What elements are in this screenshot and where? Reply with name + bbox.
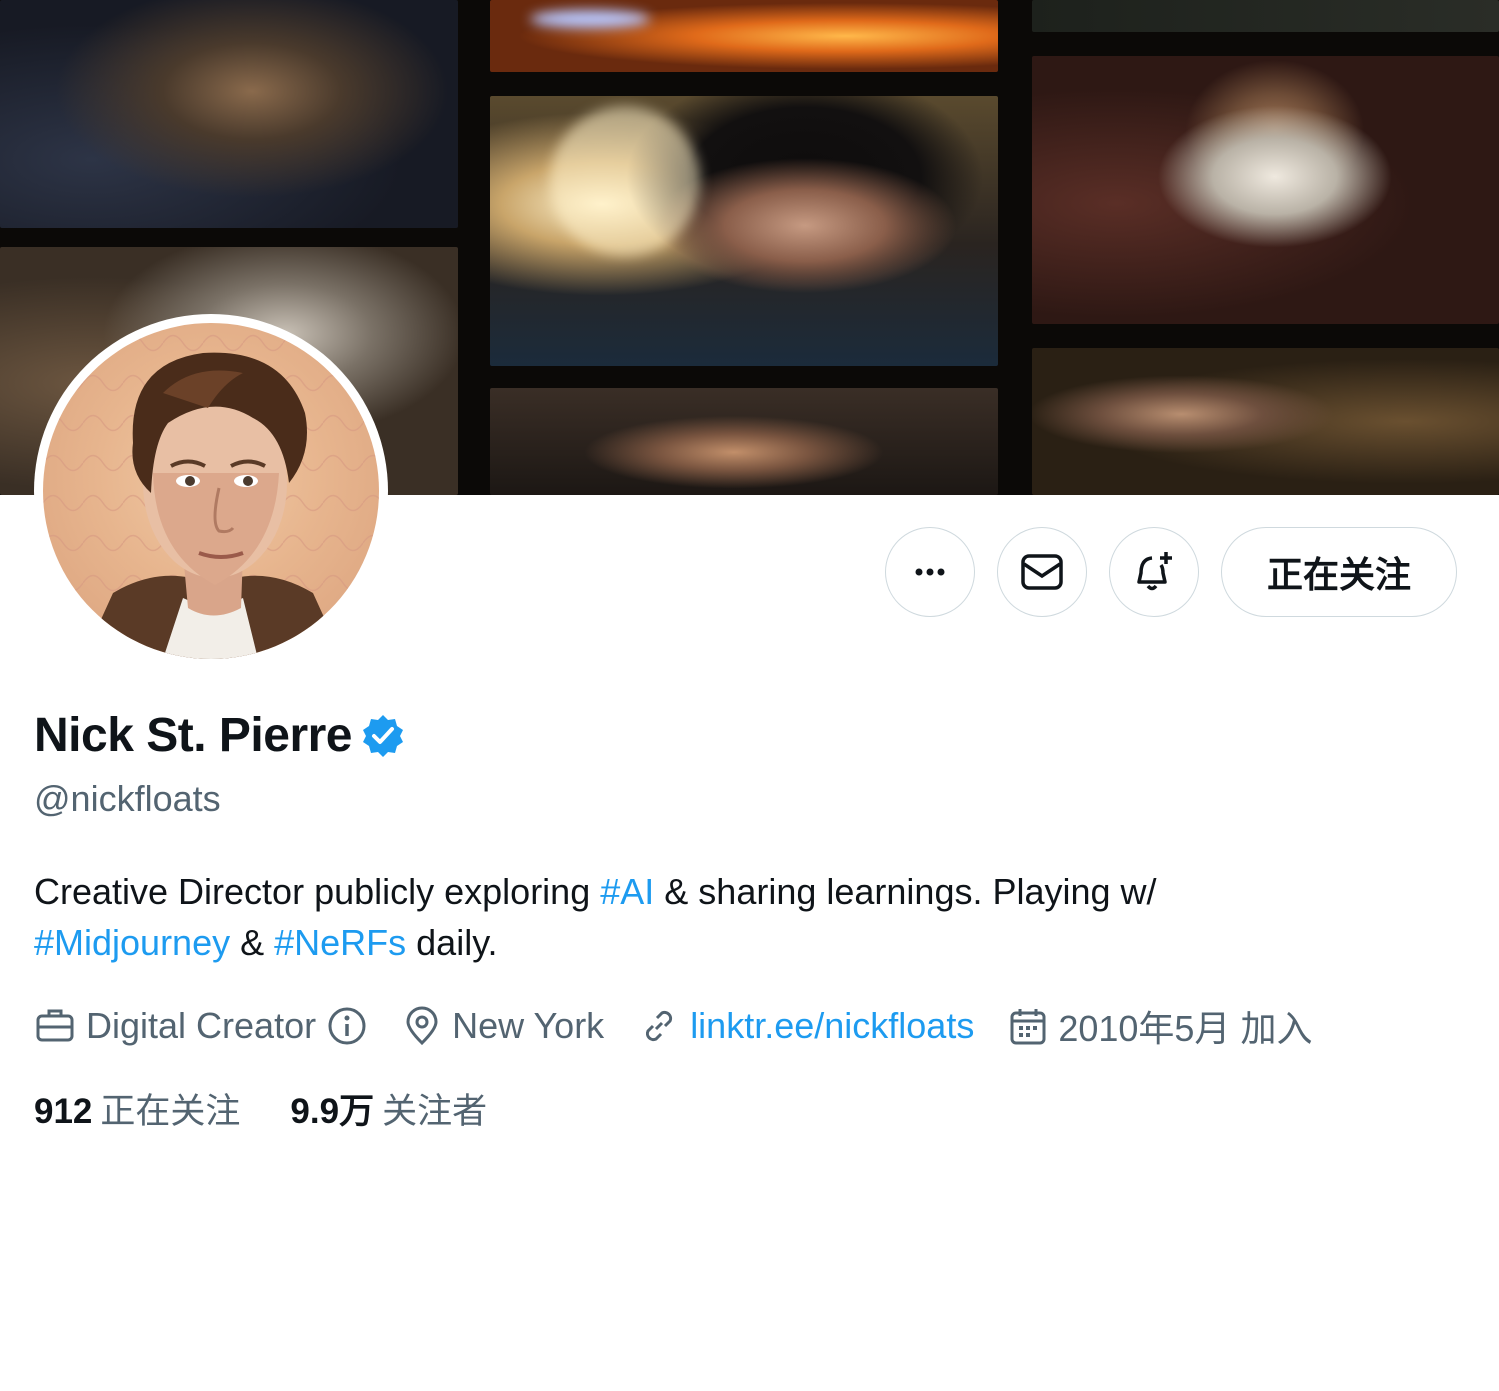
briefcase-icon [34,1005,76,1047]
meta-location: New York [402,1005,604,1047]
verified-badge-icon [363,714,403,757]
banner-photo-1 [0,0,458,228]
location-pin-icon [402,1005,442,1047]
link-icon [638,1005,680,1047]
hashtag-link-midjourney[interactable]: #Midjourney [34,922,230,963]
followers-stat[interactable]: 9.9万 关注者 [290,1083,487,1134]
following-label: 正在关注 [100,1092,241,1131]
category-text: Digital Creator [86,1005,317,1046]
banner-photo-5 [490,388,998,495]
profile-actions: 正在关注 [885,527,1457,617]
more-dots-icon [915,568,945,576]
followers-count: 9.9万 [290,1092,375,1131]
hashtag-link-ai[interactable]: #AI [600,871,654,912]
hashtag-link-nerfs[interactable]: #NeRFs [274,922,406,963]
following-stat[interactable]: 912 正在关注 [34,1083,240,1134]
meta-category: Digital Creator [34,1005,368,1047]
avatar-image [43,323,379,659]
banner-photo-7 [1032,56,1499,324]
bell-plus-icon [1137,552,1172,591]
following-button[interactable]: 正在关注 [1221,527,1457,617]
calendar-icon [1008,1005,1048,1047]
notify-button[interactable] [1109,527,1199,617]
meta-website: linktr.ee/nickfloats [638,1005,974,1047]
joined-text: 2010年5月 加入 [1058,1008,1313,1049]
bio-text: & sharing learnings. Playing w/ [654,871,1157,912]
banner-photo-8 [1032,348,1499,495]
bio-text: Creative Director publicly exploring [34,871,601,912]
more-button[interactable] [885,527,975,617]
followers-label: 关注者 [382,1092,488,1131]
user-handle: @nickfloats [34,778,221,819]
meta-joined: 2010年5月 加入 [1008,1000,1312,1052]
banner-photo-3 [490,0,998,72]
bio-text: daily. [406,922,498,963]
profile-bio: Creative Director publicly exploring #AI… [34,866,1434,968]
avatar[interactable] [34,314,388,668]
display-name: Nick St. Pierre [34,709,353,762]
banner-photo-6 [1032,0,1499,32]
banner-photo-4 [490,96,998,366]
follow-stats: 912 正在关注 9.9万 关注者 [34,1083,487,1134]
info-icon[interactable] [326,1005,368,1047]
following-count: 912 [34,1092,93,1131]
bio-text: & [230,922,275,963]
message-button[interactable] [997,527,1087,617]
name-row: Nick St. Pierre [34,708,406,763]
profile-meta: Digital Creator New York linktr.ee/nickf… [34,1000,1312,1052]
envelope-icon [1021,554,1063,590]
location-text: New York [452,1005,605,1046]
website-link[interactable]: linktr.ee/nickfloats [690,1005,974,1047]
